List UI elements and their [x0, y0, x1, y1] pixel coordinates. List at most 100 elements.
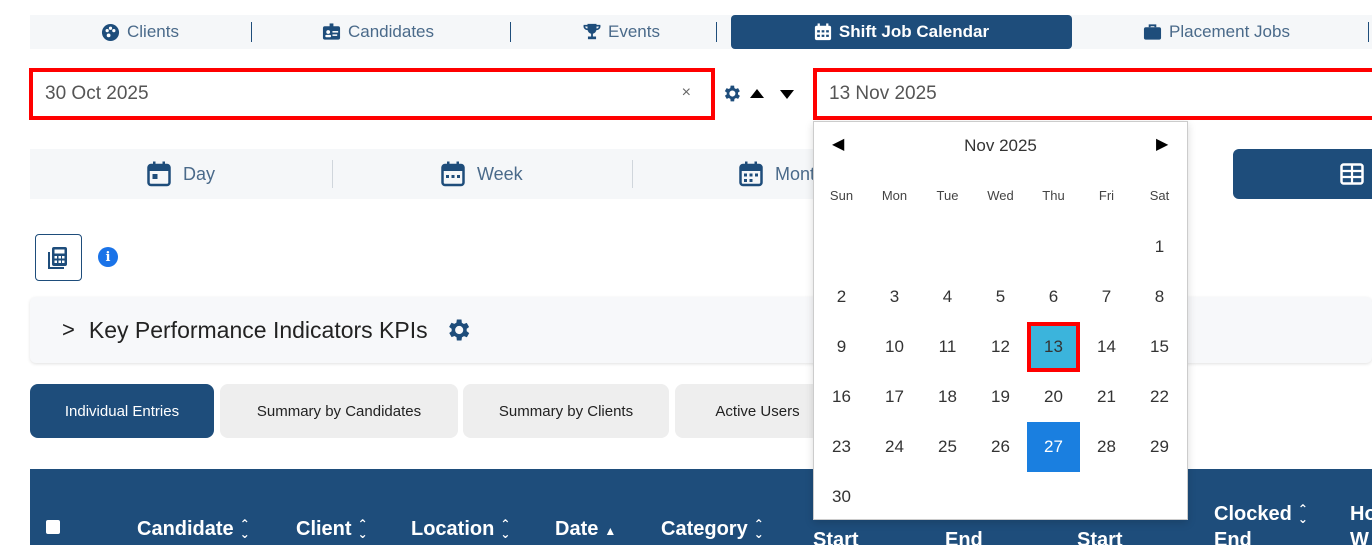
view-divider [632, 160, 633, 188]
calendar-day[interactable]: 6 [1027, 272, 1080, 322]
view-week-label: Week [477, 163, 523, 184]
calendar-day[interactable]: 15 [1133, 322, 1186, 372]
column-hours-worked[interactable]: Ho W [1350, 501, 1372, 545]
weekday-label: Wed [987, 188, 1014, 203]
date-settings-icon[interactable] [721, 83, 742, 104]
calendar-day[interactable]: 24 [868, 422, 921, 472]
calculator-button[interactable] [35, 234, 82, 281]
calendar-day[interactable]: 29 [1133, 422, 1186, 472]
calendar-day[interactable]: 12 [974, 322, 1027, 372]
sort-asc-icon[interactable]: ▲ [604, 518, 616, 544]
calendar-icon [814, 23, 832, 41]
palette-icon [101, 23, 120, 41]
calendar-day[interactable]: 21 [1080, 372, 1133, 422]
sort-icon[interactable]: ⌃ ⌄ [358, 518, 368, 540]
calendar-day[interactable]: 23 [815, 422, 868, 472]
calendar-day-selected[interactable]: 13 [1027, 322, 1080, 372]
weekday-label: Sun [829, 188, 854, 203]
nav-clients[interactable]: Clients [101, 15, 179, 49]
calendar-day[interactable]: 10 [868, 322, 921, 372]
calculator-icon [47, 246, 67, 269]
nav-shift-job-calendar-label: Shift Job Calendar [838, 22, 990, 41]
start-date-input[interactable]: 30 Oct 2025 × [29, 68, 715, 120]
calendar-day[interactable]: 28 [1080, 422, 1133, 472]
calendar-day[interactable]: 18 [921, 372, 974, 422]
calendar-day[interactable]: 3 [868, 272, 921, 322]
calendar-day[interactable]: 22 [1133, 372, 1186, 422]
column-date[interactable]: Date ▲ [555, 516, 616, 544]
nav-shift-job-calendar[interactable]: Shift Job Calendar [731, 15, 1072, 49]
calendar-day[interactable]: 25 [921, 422, 974, 472]
column-candidate[interactable]: Candidate ⌃ ⌄ [137, 516, 250, 542]
id-badge-icon [322, 23, 341, 40]
calendar-day[interactable]: 16 [815, 372, 868, 422]
calendar-day[interactable]: 7 [1080, 272, 1133, 322]
calendar-day[interactable]: 1 [1133, 222, 1186, 272]
nav-divider [510, 22, 511, 42]
calendar-day[interactable]: 17 [868, 372, 921, 422]
calendar-month-icon [739, 161, 763, 187]
chevron-right-icon: > [62, 317, 75, 342]
calendar-week-icon [441, 161, 465, 187]
calendar-day[interactable]: 19 [974, 372, 1027, 422]
kpi-title: Key Performance Indicators KPIs [88, 316, 428, 343]
calendar-day[interactable]: 26 [974, 422, 1027, 472]
tab-summary-by-candidates[interactable]: Summary by Candidates [220, 384, 458, 438]
end-date-value: 13 Nov 2025 [829, 83, 937, 104]
column-client[interactable]: Client ⌃ ⌄ [296, 516, 368, 542]
view-grid-button[interactable] [1233, 149, 1372, 199]
trophy-icon [583, 23, 601, 40]
gear-icon [724, 85, 740, 102]
column-category[interactable]: Category ⌃ ⌄ [661, 516, 764, 542]
nav-candidates[interactable]: Candidates [322, 15, 434, 49]
calendar-day[interactable]: 5 [974, 272, 1027, 322]
calendar-month-title: Nov 2025 [964, 136, 1037, 155]
sort-icon[interactable]: ⌃ ⌄ [240, 518, 250, 540]
column-clocked-end[interactable]: Clocked End ⌃ ⌄ [1214, 501, 1308, 545]
end-date-input[interactable]: 13 Nov 2025 [813, 68, 1372, 120]
calendar-header: ◀ Nov 2025 ▶ [814, 122, 1187, 168]
gear-icon[interactable] [444, 316, 472, 344]
tab-summary-by-clients[interactable]: Summary by Clients [463, 384, 669, 438]
view-switcher: Day Week Mont [30, 149, 830, 199]
calendar-day-icon [147, 161, 171, 187]
nav-clients-label: Clients [127, 22, 179, 41]
calendar-day[interactable]: 11 [921, 322, 974, 372]
date-picker-popup: ◀ Nov 2025 ▶ Sun Mon Tue Wed Thu Fri Sat 12345… [813, 121, 1188, 520]
sort-up-icon[interactable] [750, 89, 764, 98]
calendar-day[interactable]: 9 [815, 322, 868, 372]
view-day-button[interactable]: Day [147, 149, 215, 199]
nav-divider [1368, 22, 1369, 42]
top-nav: Clients Candidates Events Shift Job Cale… [30, 15, 1372, 49]
calendar-day[interactable]: 2 [815, 272, 868, 322]
view-divider [332, 160, 333, 188]
tab-individual-entries[interactable]: Individual Entries [30, 384, 214, 438]
view-day-label: Day [183, 163, 216, 184]
briefcase-icon [1143, 24, 1162, 40]
calendar-day[interactable]: 30 [815, 472, 868, 522]
nav-placement-jobs[interactable]: Placement Jobs [1143, 15, 1290, 49]
weekday-label: Tue [936, 188, 959, 203]
nav-events[interactable]: Events [583, 15, 660, 49]
nav-divider [251, 22, 252, 42]
weekday-label: Mon [881, 188, 908, 203]
nav-candidates-label: Candidates [348, 22, 435, 41]
calendar-day[interactable]: 14 [1080, 322, 1133, 372]
sort-icon[interactable]: ⌃ ⌄ [500, 518, 510, 540]
view-month-button[interactable]: Mont [739, 149, 815, 199]
select-all-checkbox[interactable] [46, 520, 60, 534]
sort-icon[interactable]: ⌃ ⌄ [754, 518, 764, 540]
nav-events-label: Events [608, 22, 660, 41]
clear-date-icon[interactable]: × [682, 84, 691, 102]
calendar-day-today[interactable]: 27 [1027, 422, 1080, 472]
sort-down-icon[interactable] [780, 90, 794, 99]
info-icon[interactable]: i [98, 247, 118, 267]
calendar-day[interactable]: 20 [1027, 372, 1080, 422]
sort-icon[interactable]: ⌃ ⌄ [1298, 503, 1308, 525]
calendar-day[interactable]: 8 [1133, 272, 1186, 322]
calendar-day[interactable]: 4 [921, 272, 974, 322]
view-week-button[interactable]: Week [441, 149, 523, 199]
next-month-icon[interactable]: ▶ [1156, 134, 1168, 154]
weekday-label: Sat [1149, 188, 1170, 203]
column-location[interactable]: Location ⌃ ⌄ [411, 516, 510, 542]
